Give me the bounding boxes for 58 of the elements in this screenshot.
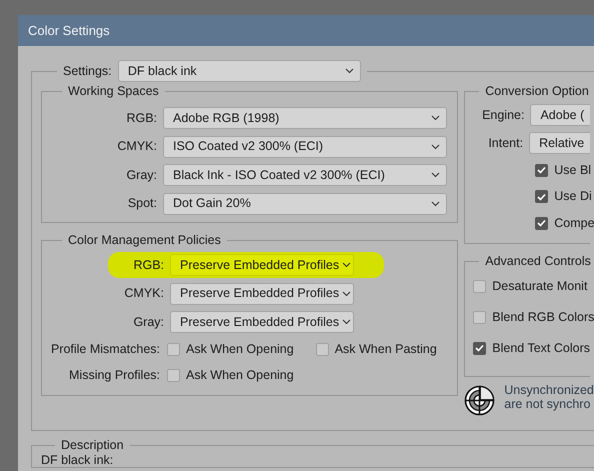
group-title: Advanced Controls — [484, 254, 592, 268]
checkbox-label: Ask When Opening — [186, 367, 294, 384]
field-label: CMYK: — [123, 285, 164, 302]
checkbox-label: Compe — [554, 214, 594, 232]
field-label: RGB: — [125, 110, 157, 127]
checkbox-label: Desaturate Monit — [492, 278, 588, 295]
checkbox-label: Ask When Opening — [186, 341, 294, 358]
dropdown[interactable]: Preserve Embedded Profiles — [170, 311, 354, 334]
group-title: Description — [60, 438, 125, 452]
checkbox-label: Use Bl — [554, 162, 592, 179]
field-label: CMYK: — [116, 138, 157, 156]
dropdown[interactable]: ISO Coated v2 300% (ECI) — [163, 136, 447, 158]
caret-icon — [342, 319, 352, 326]
checkbox[interactable] — [535, 216, 548, 230]
checkbox[interactable] — [473, 342, 486, 354]
dropdown[interactable]: Relative — [529, 132, 590, 154]
field-label: Engine: — [481, 106, 524, 124]
dropdown[interactable]: DF black ink — [118, 60, 361, 82]
checkbox[interactable] — [167, 369, 180, 382]
checkbox[interactable] — [473, 280, 486, 292]
checkbox-label: Blend RGB Colors — [492, 308, 594, 326]
field-label: Settings: — [63, 64, 112, 78]
checkbox-label: Use Di — [554, 188, 592, 206]
dropdown[interactable]: Preserve Embedded Profiles — [170, 254, 354, 276]
field-label: Spot: — [126, 195, 157, 212]
field-label: RGB: — [132, 256, 164, 274]
window-title: Color Settings — [28, 22, 110, 40]
field-label: Intent: — [487, 134, 524, 152]
dropdown[interactable]: Adobe ( — [530, 104, 590, 126]
caret-icon — [342, 262, 352, 268]
checkbox[interactable] — [535, 164, 548, 177]
caret-icon — [342, 290, 352, 297]
dropdown[interactable]: Adobe RGB (1998) — [163, 107, 447, 130]
caret-icon — [431, 172, 440, 178]
description-text: DF black ink: — [41, 452, 114, 466]
dropdown[interactable]: Preserve Embedded Profiles — [170, 282, 354, 305]
notice-text: are not synchro — [504, 396, 590, 410]
checkbox[interactable] — [473, 310, 486, 324]
field-label: Missing Profiles: — [68, 367, 160, 384]
caret-icon — [431, 144, 440, 150]
notice-text: Unsynchronized — [504, 382, 594, 396]
group-title: Conversion Option — [484, 84, 590, 99]
checkbox[interactable] — [167, 343, 180, 356]
checkbox-label: Ask When Pasting — [334, 341, 437, 358]
caret-icon — [431, 115, 440, 122]
checkbox-label: Blend Text Colors — [492, 340, 590, 357]
caret-icon — [431, 200, 440, 207]
sync-status-icon — [464, 384, 496, 416]
checkbox[interactable] — [316, 343, 329, 356]
group-title: Working Spaces — [67, 84, 160, 99]
dropdown[interactable]: Dot Gain 20% — [163, 192, 447, 215]
field-label: Profile Mismatches: — [50, 341, 160, 358]
dropdown[interactable]: Black Ink - ISO Coated v2 300% (ECI) — [163, 164, 447, 186]
checkbox[interactable] — [535, 190, 548, 204]
field-label: Gray: — [125, 166, 157, 184]
caret-icon — [344, 68, 354, 74]
group-title: Color Management Policies — [67, 233, 222, 248]
field-label: Gray: — [132, 314, 164, 331]
